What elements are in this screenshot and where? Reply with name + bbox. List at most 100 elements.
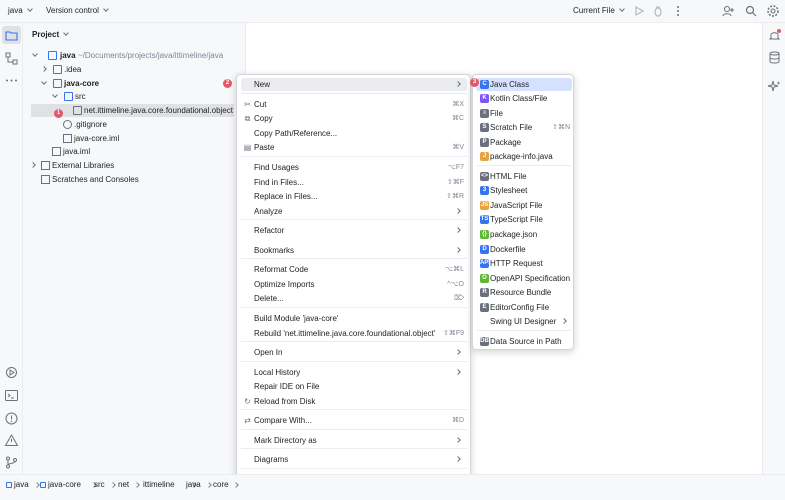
new-submenu-item[interactable]: Scratch File ⇧⌘N [490,121,570,134]
breadcrumb-item[interactable]: net [118,480,129,489]
new-submenu: C Java Class K Kotlin Class/File ≡ File S Scrat… [472,74,574,350]
new-item-17-icon: DB [480,337,489,346]
context-menu-item[interactable]: Repair IDE on File [254,380,464,393]
new-submenu-item[interactable]: Stylesheet [490,184,570,197]
new-submenu-item[interactable]: Dockerfile [490,243,570,256]
context-menu-item[interactable]: Delete... ⌦ [254,292,464,305]
ai-assistant-icon[interactable] [767,79,782,94]
new-submenu-item[interactable]: EditorConfig File [490,301,570,314]
project-switcher[interactable]: java [8,6,33,15]
context-menu-item[interactable]: Analyze [254,205,464,218]
new-submenu-item[interactable]: HTML File [490,170,570,183]
run-config-label: Current File [573,6,615,15]
context-menu-item[interactable]: ↻ Reload from Disk [244,395,464,408]
chevron-down-icon [32,51,38,57]
tree-label: net.ittimeline.java.core.foundational.ob… [84,106,233,115]
context-menu-item[interactable]: ▤ Paste ⌘V [244,141,464,154]
new-submenu-item[interactable]: HTTP Request [490,257,570,270]
new-submenu-item[interactable]: OpenAPI Specification [490,272,570,285]
new-submenu-item[interactable]: Kotlin Class/File [490,92,570,105]
context-menu-item[interactable]: Mark Directory as [254,434,464,447]
breadcrumb-item[interactable]: ittimeline [143,480,175,489]
vcs-widget[interactable]: Version control [46,6,109,15]
more-actions-icon[interactable] [671,4,685,18]
context-menu-item[interactable]: ✂ Cut ⌘X [244,98,464,111]
problems-icon[interactable] [4,411,19,426]
breadcrumb-item[interactable]: java [186,480,201,489]
new-submenu-item[interactable]: File [490,107,570,120]
breadcrumb-item[interactable]: core [213,480,229,489]
warning-icon[interactable] [4,433,19,448]
run-icon[interactable] [632,4,646,18]
new-submenu-item[interactable]: Java Class [490,78,570,91]
tree-node-src[interactable]: src [52,90,233,103]
breadcrumb-item[interactable]: src [94,480,105,489]
new-item-5-icon: J [480,152,489,161]
new-submenu-item[interactable]: JavaScript File [490,199,570,212]
tree-node-java-core[interactable]: java-core [41,77,232,90]
terminal-icon[interactable] [4,388,19,403]
tree-node-gitignore[interactable]: .gitignore [63,118,233,131]
menu-item-label: Build Module 'java-core' [254,314,339,323]
submenu-item-label: Kotlin Class/File [490,94,548,103]
context-menu-item[interactable]: Reformat Code ⌥⌘L [254,263,464,276]
notifications-bell-icon[interactable] [767,28,782,43]
menu-item-label: Delete... [254,294,284,303]
new-submenu-item[interactable]: Package [490,136,570,149]
context-menu-item[interactable]: Rebuild 'net.ittimeline.java.core.founda… [254,327,464,340]
tree-label: .gitignore [74,120,107,129]
package-icon [73,106,82,115]
menu-separator [241,361,467,362]
project-panel-title[interactable]: Project [32,30,69,39]
context-menu-item[interactable]: Refactor [254,224,464,237]
tree-node-java-core-iml[interactable]: java-core.iml [63,132,233,145]
breadcrumb-item[interactable]: java [14,480,29,489]
copy-icon: ⧉ [244,114,251,123]
context-menu-item[interactable]: Replace in Files... ⇧⌘R [254,190,464,203]
structure-icon[interactable] [4,51,19,66]
context-menu-item[interactable]: Open In [254,346,464,359]
new-submenu-item[interactable]: Resource Bundle [490,286,570,299]
context-menu-item[interactable]: Bookmarks [254,244,464,257]
run-config-selector[interactable]: Current File [573,6,625,15]
menu-separator [241,468,467,469]
new-submenu-item[interactable]: TypeScript File [490,213,570,226]
breadcrumb-item[interactable]: java-core [48,480,81,489]
settings-gear-icon[interactable] [766,4,780,18]
context-menu-item[interactable]: ⇄ Compare With... ⌘D [244,414,464,427]
search-icon[interactable] [744,4,758,18]
new-submenu-item[interactable]: package.json [490,228,570,241]
context-menu-item[interactable]: Copy Path/Reference... [254,127,464,140]
tree-node-package[interactable]: net.ittimeline.java.core.foundational.ob… [73,104,233,117]
new-submenu-item[interactable]: package-info.java [490,150,570,163]
context-menu-item[interactable]: Local History [254,366,464,379]
context-menu-item[interactable]: Optimize Imports ^⌥O [254,278,464,291]
database-icon[interactable] [767,50,782,65]
compare-icon: ⇄ [244,416,251,425]
title-bar: java Version control Current File [0,0,785,23]
tree-node-scratches[interactable]: Scratches and Consoles [41,173,241,186]
project-folder-icon[interactable] [4,28,19,43]
submenu-item-label: TypeScript File [490,215,543,224]
tree-label: java-core [64,79,100,88]
add-user-icon[interactable] [721,4,735,18]
services-icon[interactable] [4,365,19,380]
context-menu-item[interactable]: ⧉ Copy ⌘C [245,112,464,125]
context-menu-item[interactable]: Diagrams [254,453,464,466]
new-submenu-item[interactable]: Data Source in Path [490,335,570,348]
more-tools-icon[interactable] [4,73,19,88]
scissors-icon: ✂ [244,100,251,109]
tree-node-external-libraries[interactable]: External Libraries [30,159,231,172]
new-submenu-item[interactable]: Swing UI Designer [490,315,570,328]
chevron-down-icon [63,30,69,36]
tree-node-idea[interactable]: .idea [41,63,232,76]
context-menu-item[interactable]: Build Module 'java-core' [254,312,464,325]
tree-node-java-iml[interactable]: java.iml [52,145,232,158]
debug-icon[interactable] [651,4,665,18]
project-name: java [8,6,23,15]
context-menu-item[interactable]: Find in Files... ⇧⌘F [254,176,464,189]
git-branch-icon[interactable] [4,455,19,470]
tree-node-java[interactable]: java ~/Documents/projects/java/ittimelin… [31,49,241,62]
context-menu-item[interactable]: Find Usages ⌥F7 [254,161,464,174]
context-menu-item[interactable]: New [254,78,464,91]
